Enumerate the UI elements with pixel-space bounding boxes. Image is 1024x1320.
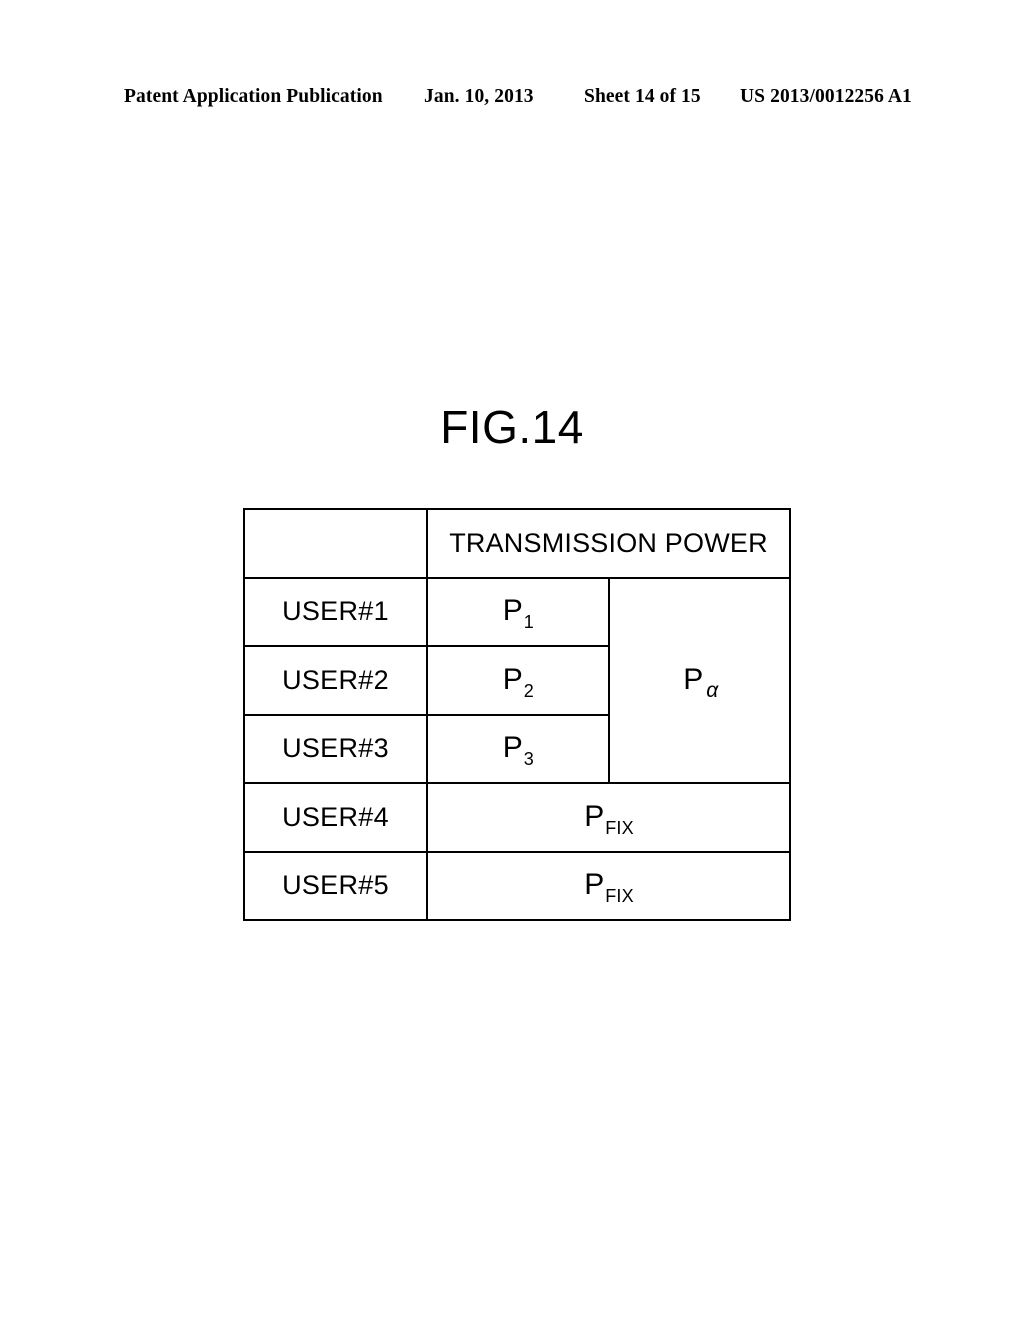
table-cell-power-value: P1 — [426, 576, 610, 647]
transmission-power-table-container: TRANSMISSION POWER USER#1 P1 Pα USER#2 P… — [243, 508, 791, 921]
table-cell-user-label: USER#5 — [243, 850, 428, 921]
table-row: USER#4 PFIX — [243, 782, 791, 853]
table-cell-power-value: PFIX — [426, 850, 791, 921]
header-sheet-label: Sheet 14 of 15 — [584, 86, 701, 107]
power-symbol-base: P — [584, 868, 605, 902]
figure-title: FIG.14 — [440, 401, 584, 453]
table-header-row: TRANSMISSION POWER — [243, 508, 791, 579]
table-cell-power-value: P2 — [426, 645, 610, 716]
grouped-power-symbol-subscript-alpha: α — [706, 678, 719, 702]
power-symbol: P1 — [502, 594, 534, 632]
power-symbol: P3 — [502, 731, 534, 769]
header-publication-label: Patent Application Publication — [124, 86, 383, 107]
power-symbol-subscript: 2 — [523, 680, 534, 701]
table-row: USER#5 PFIX — [243, 850, 791, 921]
power-symbol-subscript: 1 — [523, 612, 534, 633]
table-cell-user-label: USER#2 — [243, 645, 428, 716]
table-corner-cell — [243, 508, 428, 579]
power-symbol-base: P — [502, 594, 523, 628]
power-symbol-subscript: FIX — [605, 817, 634, 838]
table-cell-user-label: USER#3 — [243, 713, 428, 784]
header-date-label: Jan. 10, 2013 — [424, 86, 534, 107]
power-symbol-base: P — [502, 731, 523, 765]
table-cell-user-label: USER#4 — [243, 782, 428, 853]
power-symbol: PFIX — [584, 799, 633, 837]
page-header: Patent Application Publication Jan. 10, … — [0, 86, 1024, 116]
power-symbol-subscript: 3 — [523, 749, 534, 770]
table-column-header-transmission-power: TRANSMISSION POWER — [426, 508, 791, 579]
transmission-power-table: TRANSMISSION POWER USER#1 P1 Pα USER#2 P… — [243, 508, 791, 921]
table-row: USER#1 P1 Pα — [243, 576, 791, 784]
grouped-power-symbol-base: P — [683, 662, 704, 696]
power-symbol-base: P — [584, 799, 605, 833]
table-cell-user-label: USER#1 — [243, 576, 428, 647]
table-cell-power-value: P3 — [426, 713, 610, 784]
power-symbol: P2 — [502, 662, 534, 700]
power-symbol-base: P — [502, 662, 523, 696]
grouped-power-symbol: Pα — [683, 662, 718, 701]
power-symbol: PFIX — [584, 868, 633, 906]
table-cell-power-value: PFIX — [426, 782, 791, 853]
table-cell-grouped-power: Pα — [607, 576, 791, 784]
power-symbol-subscript: FIX — [605, 886, 634, 907]
header-patent-number: US 2013/0012256 A1 — [740, 86, 912, 107]
